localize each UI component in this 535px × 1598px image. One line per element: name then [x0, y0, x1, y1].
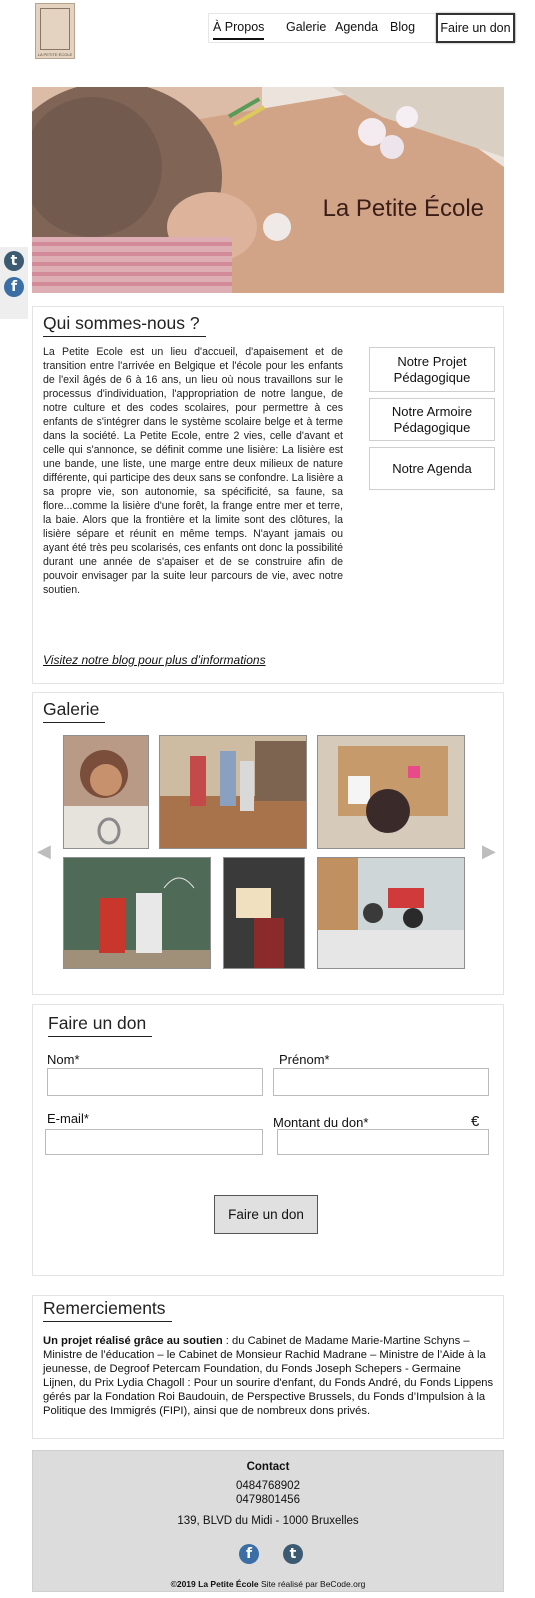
thanks-bold-lead: Un projet réalisé grâce au soutien [43, 1335, 223, 1347]
thanks-body: : du Cabinet de Madame Marie-Martine Sch… [43, 1335, 494, 1417]
side-social-bar: t f [0, 247, 28, 319]
nav-agenda[interactable]: Agenda [335, 20, 378, 34]
site-credits: Site réalisé par BeCode.org [260, 1579, 366, 1589]
hero-banner: La Petite École [32, 87, 504, 293]
footer-tumblr-icon[interactable]: t [283, 1544, 303, 1564]
montant-label: Montant du don* [273, 1115, 369, 1130]
gallery-title: Galerie [43, 699, 106, 723]
nav-a-propos[interactable]: À Propos [213, 20, 265, 40]
pedagogical-cabinet-button[interactable]: Notre Armoire Pédagogique [369, 398, 495, 441]
footer-address: 139, BLVD du Midi - 1000 Bruxelles [177, 1515, 359, 1527]
copyright-name: La Petite École [198, 1579, 259, 1589]
blog-link[interactable]: Visitez notre blog pour plus d’informati… [43, 653, 266, 667]
nav-blog[interactable]: Blog [390, 20, 415, 34]
logo-caption: LA PETITE ÉCOLE [37, 52, 73, 57]
gallery-photo[interactable] [63, 735, 149, 849]
nom-input[interactable] [47, 1068, 263, 1096]
euro-sign: € [471, 1113, 480, 1130]
donate-nav-button[interactable]: Faire un don [436, 13, 515, 43]
nav-galerie[interactable]: Galerie [286, 20, 326, 34]
prenom-label: Prénom* [279, 1052, 330, 1067]
gallery-next-arrow[interactable]: ▶ [482, 841, 496, 862]
footer-copyright: ©2019 La Petite École Site réalisé par B… [33, 1579, 503, 1589]
footer-phone-1: 0484768902 [236, 1480, 300, 1492]
donation-section: Faire un don Nom* Prénom* E-mail* Montan… [32, 1004, 504, 1276]
donate-submit-button[interactable]: Faire un don [214, 1195, 318, 1234]
facebook-icon[interactable]: f [4, 277, 24, 297]
site-logo[interactable]: LA PETITE ÉCOLE [35, 3, 75, 59]
tumblr-icon[interactable]: t [4, 251, 24, 271]
gallery-photo[interactable] [223, 857, 305, 969]
gallery-photo[interactable] [317, 857, 465, 969]
gallery-photo[interactable] [159, 735, 307, 849]
agenda-button[interactable]: Notre Agenda [369, 447, 495, 490]
nom-label: Nom* [47, 1052, 80, 1067]
logo-frame [40, 8, 70, 50]
copyright-year: ©2019 [170, 1579, 196, 1589]
footer-facebook-icon[interactable]: f [239, 1544, 259, 1564]
email-label: E-mail* [47, 1111, 89, 1126]
thanks-text: Un projet réalisé grâce au soutien : du … [43, 1334, 495, 1418]
hero-image [32, 87, 504, 293]
gallery-photo[interactable] [63, 857, 211, 969]
footer-contact-title: Contact [246, 1461, 290, 1473]
about-section: Qui sommes-nous ? La Petite Ecole est un… [32, 306, 504, 684]
donation-title: Faire un don [48, 1013, 153, 1037]
prenom-input[interactable] [273, 1068, 489, 1096]
thanks-section: Remerciements Un projet réalisé grâce au… [32, 1295, 504, 1439]
gallery-section: Galerie ◀ ▶ [32, 692, 504, 995]
footer: Contact 0484768902 0479801456 139, BLVD … [32, 1450, 504, 1592]
hero-title: La Petite École [322, 195, 484, 222]
gallery-photo[interactable] [317, 735, 465, 849]
about-title: Qui sommes-nous ? [43, 313, 206, 337]
thanks-title: Remerciements [43, 1298, 172, 1322]
gallery-prev-arrow[interactable]: ◀ [37, 841, 51, 862]
about-text: La Petite Ecole est un lieu d'accueil, d… [43, 346, 343, 596]
email-input[interactable] [45, 1129, 263, 1155]
montant-input[interactable] [277, 1129, 489, 1155]
pedagogical-project-button[interactable]: Notre Projet Pédagogique [369, 347, 495, 392]
footer-phone-2: 0479801456 [236, 1494, 300, 1506]
